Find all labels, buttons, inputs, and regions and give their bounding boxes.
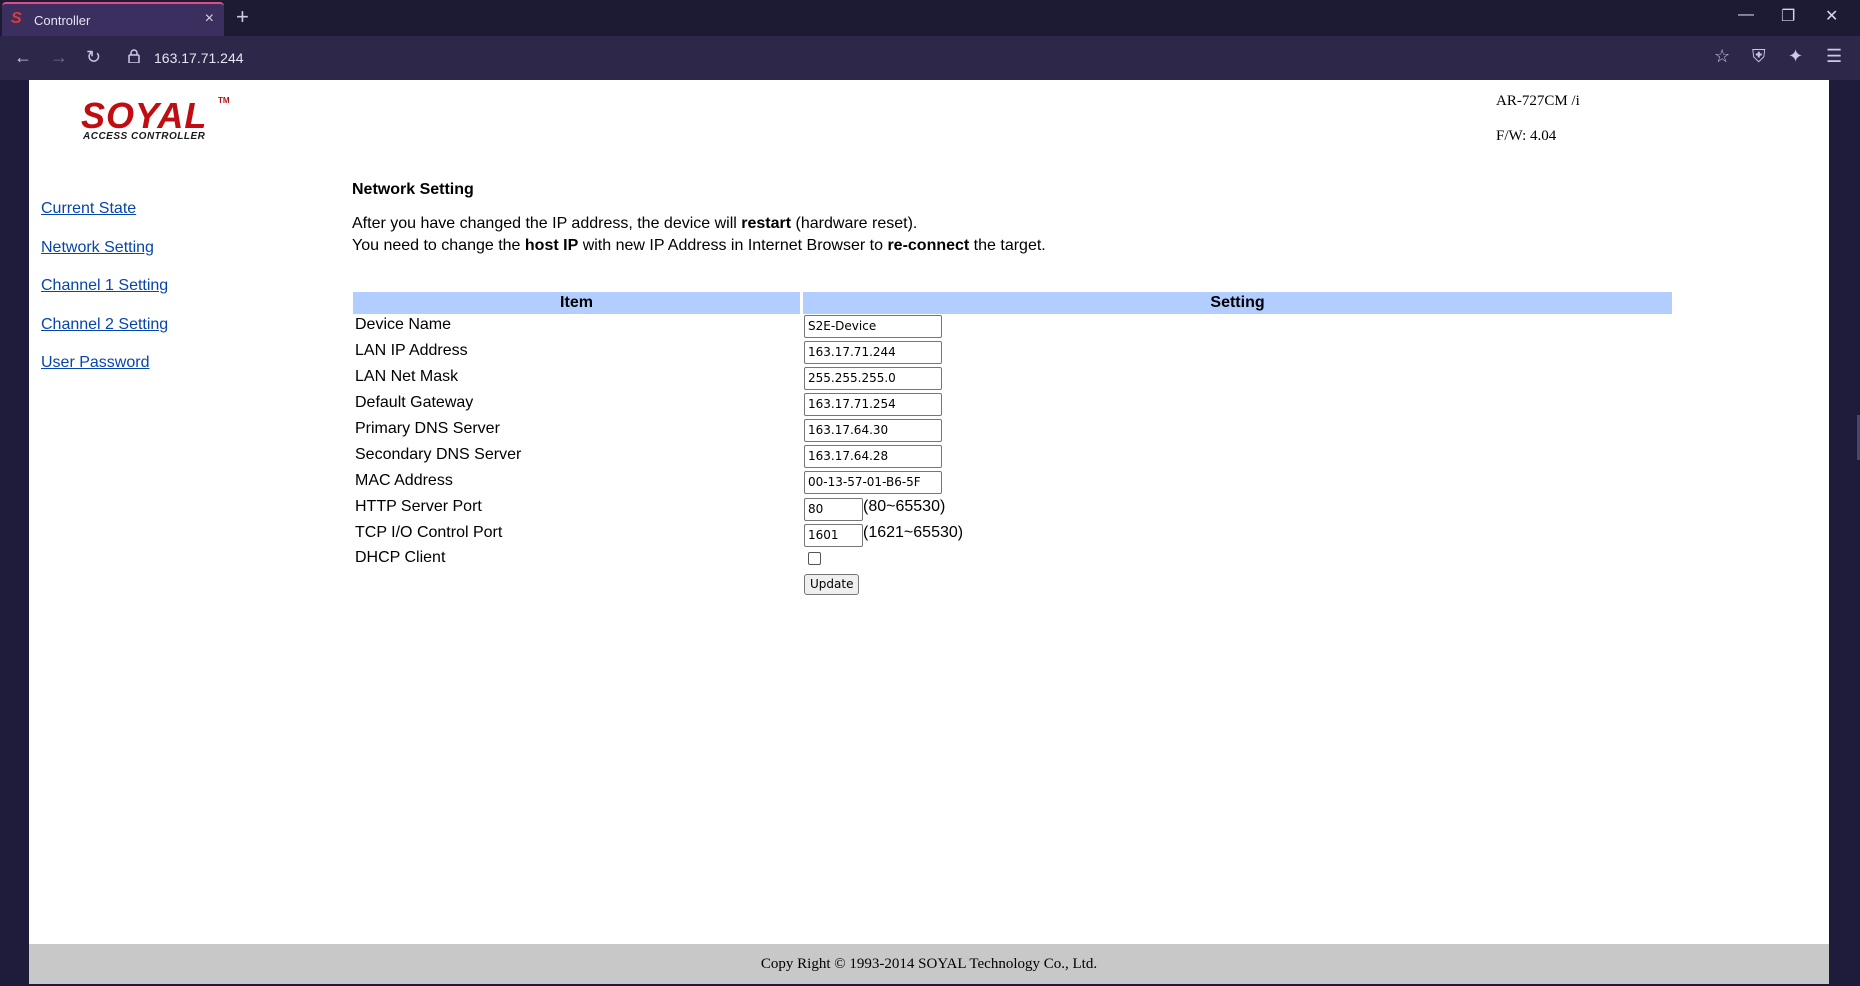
default-gateway-input[interactable]: 163.17.71.254 bbox=[804, 393, 942, 416]
url-text: 163.17.71.244 bbox=[154, 50, 244, 66]
copyright-text: Copy Right © 1993-2014 SOYAL Technology … bbox=[760, 956, 1098, 972]
default-gateway-label: Default Gateway bbox=[355, 394, 474, 411]
lan-ip-input[interactable]: 163.17.71.244 bbox=[804, 341, 942, 364]
close-window-icon[interactable]: ✕ bbox=[1825, 6, 1838, 26]
soyal-logo: SOYAL TM ACCESS CONTROLLER bbox=[81, 97, 233, 145]
footer: Copy Right © 1993-2014 SOYAL Technology … bbox=[29, 944, 1829, 984]
primary-dns-input[interactable]: 163.17.64.30 bbox=[804, 419, 942, 442]
http-port-range: (80~65530) bbox=[863, 498, 946, 515]
table-header-setting: Setting bbox=[803, 292, 1672, 314]
address-bar[interactable]: 163.17.71.244 bbox=[118, 43, 1698, 73]
device-name-label: Device Name bbox=[355, 316, 452, 333]
http-port-label: HTTP Server Port bbox=[355, 498, 482, 515]
dhcp-client-label: DHCP Client bbox=[355, 549, 446, 566]
shield-icon[interactable]: ⛨ bbox=[1752, 46, 1766, 67]
lan-netmask-label: LAN Net Mask bbox=[355, 368, 459, 385]
lan-ip-label: LAN IP Address bbox=[355, 342, 468, 359]
sidebar-item-network-setting[interactable]: Network Setting bbox=[41, 239, 154, 257]
page-viewport: SOYAL TM ACCESS CONTROLLER AR-727CM /i F… bbox=[29, 80, 1829, 984]
lan-netmask-input[interactable]: 255.255.255.0 bbox=[804, 367, 942, 390]
browser-tab[interactable]: S Controller × bbox=[2, 2, 224, 36]
soyal-favicon-icon: S bbox=[11, 10, 22, 27]
page-title: Network Setting bbox=[352, 181, 474, 198]
extension-icon[interactable]: ✦ bbox=[1788, 46, 1803, 67]
back-icon[interactable]: ← bbox=[14, 46, 32, 68]
sidebar-item-current-state[interactable]: Current State bbox=[41, 200, 136, 218]
sidebar-item-channel-2-setting[interactable]: Channel 2 Setting bbox=[41, 316, 168, 334]
sidebar-item-user-password[interactable]: User Password bbox=[41, 354, 149, 372]
firmware-version: F/W: 4.04 bbox=[1496, 128, 1557, 144]
minimize-icon[interactable]: — bbox=[1738, 6, 1754, 24]
tab-title: Controller bbox=[34, 13, 91, 28]
device-model: AR-727CM /i bbox=[1496, 93, 1580, 109]
table-header-item: Item bbox=[353, 292, 800, 314]
browser-nav-bar: ← → ↻ 163.17.71.244 ☆ ⛨ ✦ ☰ bbox=[0, 36, 1860, 80]
dhcp-client-checkbox[interactable] bbox=[808, 552, 821, 565]
tcp-port-input[interactable]: 1601 bbox=[804, 524, 863, 547]
tcp-port-range: (1621~65530) bbox=[863, 524, 964, 541]
logo-subtitle: ACCESS CONTROLLER bbox=[83, 131, 206, 142]
bookmark-star-icon[interactable]: ☆ bbox=[1714, 46, 1730, 67]
lock-icon bbox=[128, 49, 140, 63]
restart-notice: After you have changed the IP address, t… bbox=[352, 215, 918, 232]
logo-trademark: TM bbox=[218, 96, 230, 105]
reload-icon[interactable]: ↻ bbox=[86, 46, 101, 68]
tcp-port-label: TCP I/O Control Port bbox=[355, 524, 503, 541]
mac-address-input[interactable]: 00-13-57-01-B6-5F bbox=[804, 471, 942, 494]
secondary-dns-label: Secondary DNS Server bbox=[355, 446, 522, 463]
browser-tab-bar: S Controller × + — ❐ ✕ bbox=[0, 0, 1860, 36]
tab-close-icon[interactable]: × bbox=[205, 10, 214, 28]
logo-main-text: SOYAL bbox=[81, 95, 208, 136]
update-button[interactable]: Update bbox=[804, 574, 860, 595]
forward-icon[interactable]: → bbox=[50, 46, 68, 68]
menu-icon[interactable]: ☰ bbox=[1826, 46, 1842, 67]
primary-dns-label: Primary DNS Server bbox=[355, 420, 500, 437]
http-port-input[interactable]: 80 bbox=[804, 498, 863, 521]
sidebar-item-channel-1-setting[interactable]: Channel 1 Setting bbox=[41, 277, 168, 295]
secondary-dns-input[interactable]: 163.17.64.28 bbox=[804, 445, 942, 468]
new-tab-icon[interactable]: + bbox=[236, 4, 249, 30]
restore-icon[interactable]: ❐ bbox=[1781, 6, 1795, 26]
reconnect-notice: You need to change the host IP with new … bbox=[352, 237, 1046, 254]
mac-address-label: MAC Address bbox=[355, 472, 453, 489]
device-name-input[interactable]: S2E-Device bbox=[804, 315, 942, 338]
